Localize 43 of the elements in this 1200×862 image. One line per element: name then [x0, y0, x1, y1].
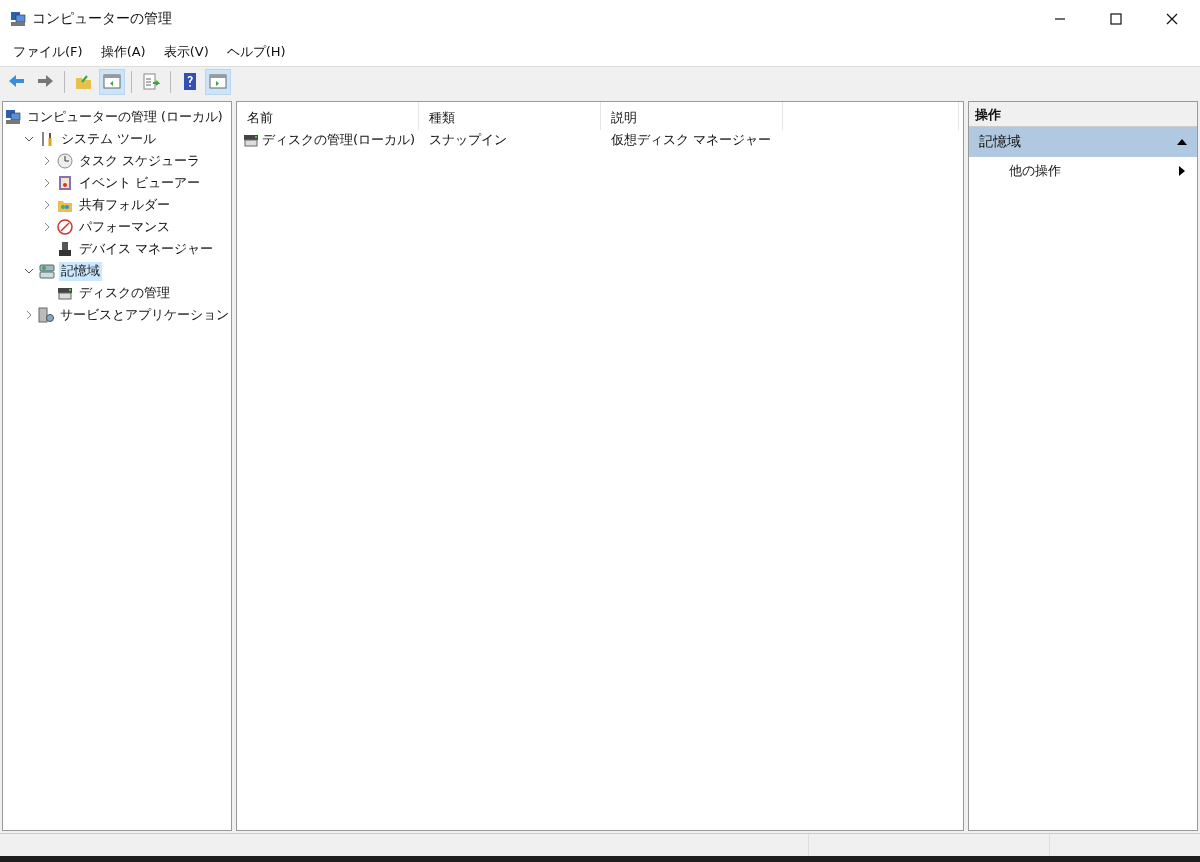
- export-list-icon: [141, 72, 161, 92]
- column-header[interactable]: 名前: [237, 102, 419, 130]
- tree-item[interactable]: 記憶域: [59, 261, 102, 281]
- menu-item[interactable]: 操作(A): [91, 43, 155, 61]
- menu-item[interactable]: 表示(V): [154, 43, 218, 61]
- storage-icon: [39, 263, 55, 279]
- tree-item[interactable]: コンピューターの管理 (ローカル): [25, 107, 225, 127]
- table-cell: スナップイン: [429, 131, 507, 149]
- table-cell: 仮想ディスク マネージャー: [611, 131, 772, 149]
- action-link[interactable]: 他の操作: [1009, 162, 1061, 180]
- toolbar-button[interactable]: [99, 69, 125, 95]
- device-icon: [57, 241, 73, 257]
- computer-icon: [10, 11, 26, 27]
- tree-item[interactable]: サービスとアプリケーション: [58, 305, 231, 325]
- collapse-triangle-icon[interactable]: [1177, 139, 1187, 145]
- action-section-header[interactable]: 記憶域: [969, 127, 1197, 157]
- disk-drive-icon: [57, 285, 73, 301]
- toolbar-button[interactable]: [205, 69, 231, 95]
- menu-item[interactable]: ヘルプ(H): [217, 43, 295, 61]
- maximize-icon: [1110, 13, 1122, 25]
- column-header[interactable]: 説明: [601, 102, 783, 130]
- collapse-chevron-icon[interactable]: [23, 134, 35, 144]
- clock-icon: [57, 153, 73, 169]
- tree-item[interactable]: システム ツール: [59, 129, 158, 149]
- menu-item[interactable]: ファイル(F): [4, 43, 92, 61]
- close-icon: [1166, 13, 1178, 25]
- tree-item[interactable]: 共有フォルダー: [77, 195, 172, 215]
- submenu-arrow-icon: [1179, 166, 1185, 176]
- tree-item[interactable]: ディスクの管理: [77, 283, 172, 303]
- disk-drive-icon: [243, 132, 259, 148]
- tree-item[interactable]: タスク スケジューラ: [77, 151, 202, 171]
- pane-right-icon: [208, 72, 228, 92]
- collapse-chevron-icon[interactable]: [23, 266, 35, 276]
- tree-item[interactable]: パフォーマンス: [77, 217, 172, 237]
- action-pane-header: 操作: [969, 102, 1197, 127]
- pane-left-icon: [102, 72, 122, 92]
- window-title: コンピューターの管理: [32, 10, 172, 28]
- computer-icon: [5, 109, 21, 125]
- column-header[interactable]: 種類: [419, 102, 601, 130]
- log-book-icon: [57, 175, 73, 191]
- tree-item[interactable]: イベント ビューアー: [77, 173, 202, 193]
- table-cell: ディスクの管理(ローカル): [262, 131, 416, 149]
- tree-item[interactable]: デバイス マネージャー: [77, 239, 215, 259]
